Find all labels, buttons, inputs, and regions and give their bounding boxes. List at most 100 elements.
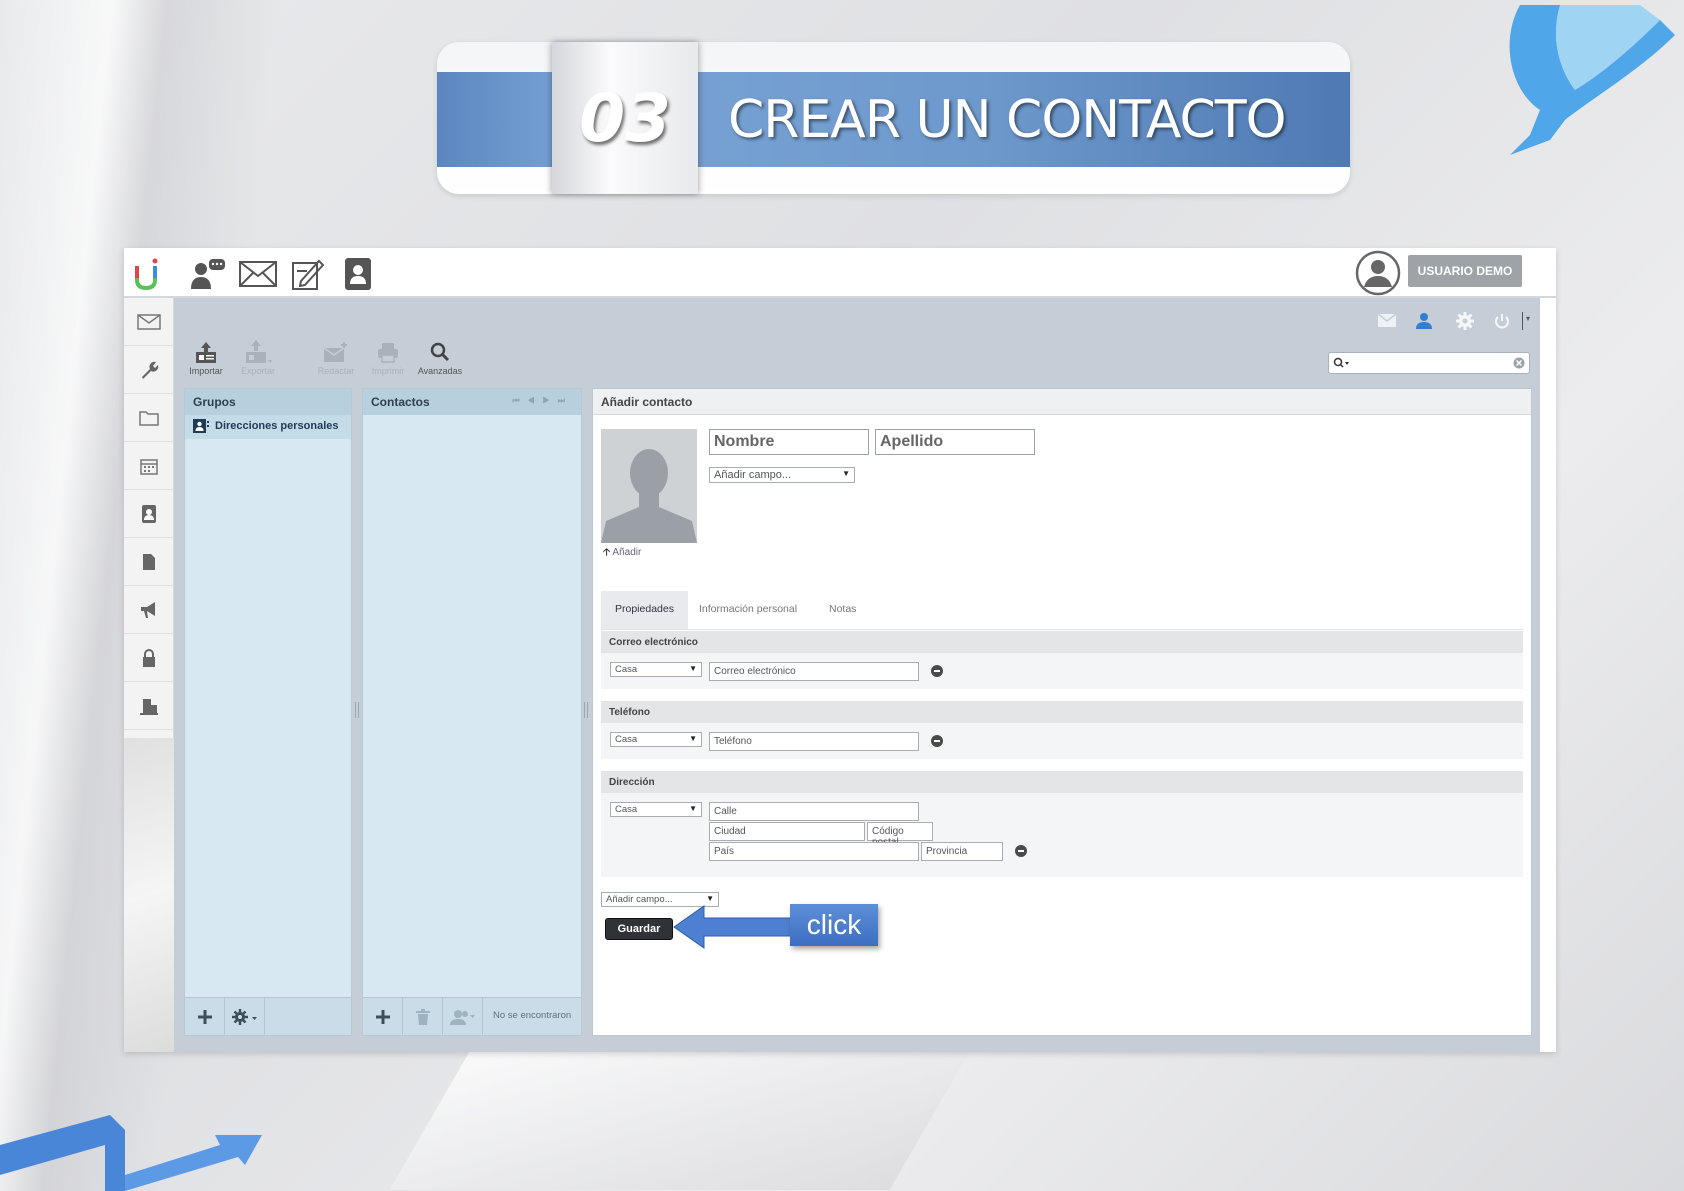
nav-building-icon[interactable] bbox=[124, 682, 174, 730]
export-icon bbox=[246, 340, 272, 363]
group-settings-button[interactable] bbox=[225, 998, 265, 1036]
upload-arrow-icon: 🡡 bbox=[603, 547, 611, 558]
users-icon bbox=[449, 1010, 475, 1025]
groups-panel: Grupos Direcciones personales bbox=[184, 388, 352, 1036]
clear-search-icon[interactable] bbox=[1513, 357, 1525, 369]
email-section-title: Correo electrónico bbox=[601, 631, 1523, 653]
phone-input[interactable]: Teléfono bbox=[709, 732, 919, 751]
address-section: Casa Calle Ciudad Código postal País Pro… bbox=[601, 793, 1523, 877]
mail-icon[interactable] bbox=[1378, 314, 1396, 327]
address-book-icon bbox=[193, 419, 209, 433]
contact-photo[interactable] bbox=[601, 429, 697, 543]
compose-button[interactable]: Redactar bbox=[310, 340, 362, 376]
group-item-personal[interactable]: Direcciones personales bbox=[185, 415, 351, 439]
quick-search-input[interactable] bbox=[1328, 352, 1530, 374]
assign-group-button[interactable] bbox=[443, 998, 483, 1036]
last-name-input[interactable]: Apellido bbox=[875, 429, 1035, 455]
print-label: Imprimir bbox=[371, 366, 405, 376]
ribbon-logo-icon bbox=[1509, 5, 1675, 155]
nav-calendar-icon[interactable] bbox=[124, 442, 174, 490]
gear-icon bbox=[231, 1009, 257, 1025]
power-icon[interactable] bbox=[1494, 313, 1510, 329]
nav-file-icon[interactable] bbox=[124, 538, 174, 586]
add-photo-label: Añadir bbox=[612, 547, 642, 558]
background-swoosh-bottom bbox=[389, 1050, 971, 1190]
nav-megaphone-icon[interactable] bbox=[124, 586, 174, 634]
compose-icon[interactable] bbox=[288, 254, 328, 294]
plus-icon bbox=[197, 1010, 212, 1024]
nav-contacts-icon[interactable] bbox=[124, 490, 174, 538]
export-button[interactable]: Exportar bbox=[232, 340, 284, 376]
gear-icon[interactable] bbox=[1456, 312, 1474, 330]
header-right-icons: ▾ bbox=[1370, 312, 1540, 332]
click-annotation: click bbox=[790, 904, 878, 946]
print-button[interactable]: Imprimir bbox=[362, 340, 414, 376]
decorative-arrow-icon bbox=[0, 1115, 262, 1191]
trash-icon bbox=[415, 1009, 430, 1025]
form-title: Añadir contacto bbox=[593, 389, 1531, 415]
page-title: CREAR UN CONTACTO bbox=[728, 90, 1287, 150]
street-input[interactable]: Calle bbox=[709, 802, 919, 821]
remove-address-icon[interactable] bbox=[1015, 845, 1027, 857]
nav-mail-icon[interactable] bbox=[124, 298, 174, 346]
mail-icon[interactable] bbox=[238, 254, 278, 294]
tab-notes[interactable]: Notas bbox=[815, 591, 870, 629]
add-contact-button[interactable] bbox=[363, 998, 403, 1036]
add-field-select[interactable]: Añadir campo... bbox=[709, 467, 855, 483]
contacts-empty-text: No se encontraron bbox=[493, 1010, 572, 1021]
import-button[interactable]: Importar bbox=[180, 340, 232, 376]
export-label: Exportar bbox=[240, 366, 275, 376]
country-input[interactable]: País bbox=[709, 842, 919, 861]
remove-email-icon[interactable] bbox=[931, 665, 943, 677]
phone-type-select[interactable]: Casa bbox=[610, 732, 702, 747]
app-topbar bbox=[124, 248, 1556, 298]
contacts-icon[interactable] bbox=[338, 254, 378, 294]
import-icon bbox=[196, 342, 216, 363]
groups-panel-footer bbox=[185, 997, 351, 1036]
divider bbox=[1522, 312, 1523, 330]
remove-phone-icon[interactable] bbox=[931, 735, 943, 747]
app-logo-icon[interactable] bbox=[128, 254, 168, 294]
user-menu-button[interactable]: USUARIO DEMO bbox=[1408, 255, 1522, 287]
group-item-label: Direcciones personales bbox=[215, 420, 339, 432]
advanced-search-button[interactable]: Avanzadas bbox=[414, 340, 466, 376]
postal-code-input[interactable]: Código postal bbox=[867, 822, 933, 848]
compose-label: Redactar bbox=[317, 366, 355, 376]
email-type-select[interactable]: Casa bbox=[610, 662, 702, 677]
chevron-down-icon[interactable]: ▾ bbox=[1526, 314, 1530, 323]
province-input[interactable]: Provincia bbox=[921, 842, 1003, 861]
left-nav-bottom bbox=[124, 738, 174, 1052]
contacts-panel: Contactos ⏮◀▶⏭ No se encontraron bbox=[362, 388, 582, 1036]
user-avatar[interactable] bbox=[1355, 250, 1401, 296]
toolbar: Importar Exportar Redactar Imprimir Avan… bbox=[174, 340, 504, 384]
add-group-button[interactable] bbox=[185, 998, 225, 1036]
left-nav bbox=[124, 298, 174, 738]
plus-icon bbox=[375, 1010, 390, 1024]
avatar-placeholder-icon bbox=[601, 449, 697, 543]
search-icon bbox=[1333, 357, 1349, 368]
contacts-title-label: Contactos bbox=[371, 395, 430, 409]
user-icon[interactable] bbox=[1416, 312, 1432, 329]
step-number: 03 bbox=[579, 79, 671, 157]
tab-properties[interactable]: Propiedades bbox=[601, 591, 688, 629]
print-icon bbox=[378, 343, 398, 363]
delete-contact-button[interactable] bbox=[403, 998, 443, 1036]
nav-wrench-icon[interactable] bbox=[124, 346, 174, 394]
import-label: Importar bbox=[189, 366, 223, 376]
phone-section-title: Teléfono bbox=[601, 701, 1523, 723]
tab-personal-info[interactable]: Información personal bbox=[685, 591, 811, 629]
panel-splitter[interactable] bbox=[584, 702, 588, 718]
chat-icon[interactable] bbox=[188, 254, 228, 294]
first-name-input[interactable]: Nombre bbox=[709, 429, 869, 455]
city-input[interactable]: Ciudad bbox=[709, 822, 865, 841]
pagination-icons[interactable]: ⏮◀▶⏭ bbox=[512, 396, 573, 406]
address-type-select[interactable]: Casa bbox=[610, 802, 702, 817]
panel-splitter[interactable] bbox=[355, 702, 359, 718]
save-button[interactable]: Guardar bbox=[605, 918, 673, 940]
email-section: Casa Correo electrónico bbox=[601, 653, 1523, 689]
email-input[interactable]: Correo electrónico bbox=[709, 662, 919, 681]
groups-panel-title: Grupos bbox=[185, 389, 351, 415]
nav-lock-icon[interactable] bbox=[124, 634, 174, 682]
nav-folder-icon[interactable] bbox=[124, 394, 174, 442]
add-photo-link[interactable]: 🡡 Añadir bbox=[603, 545, 641, 562]
